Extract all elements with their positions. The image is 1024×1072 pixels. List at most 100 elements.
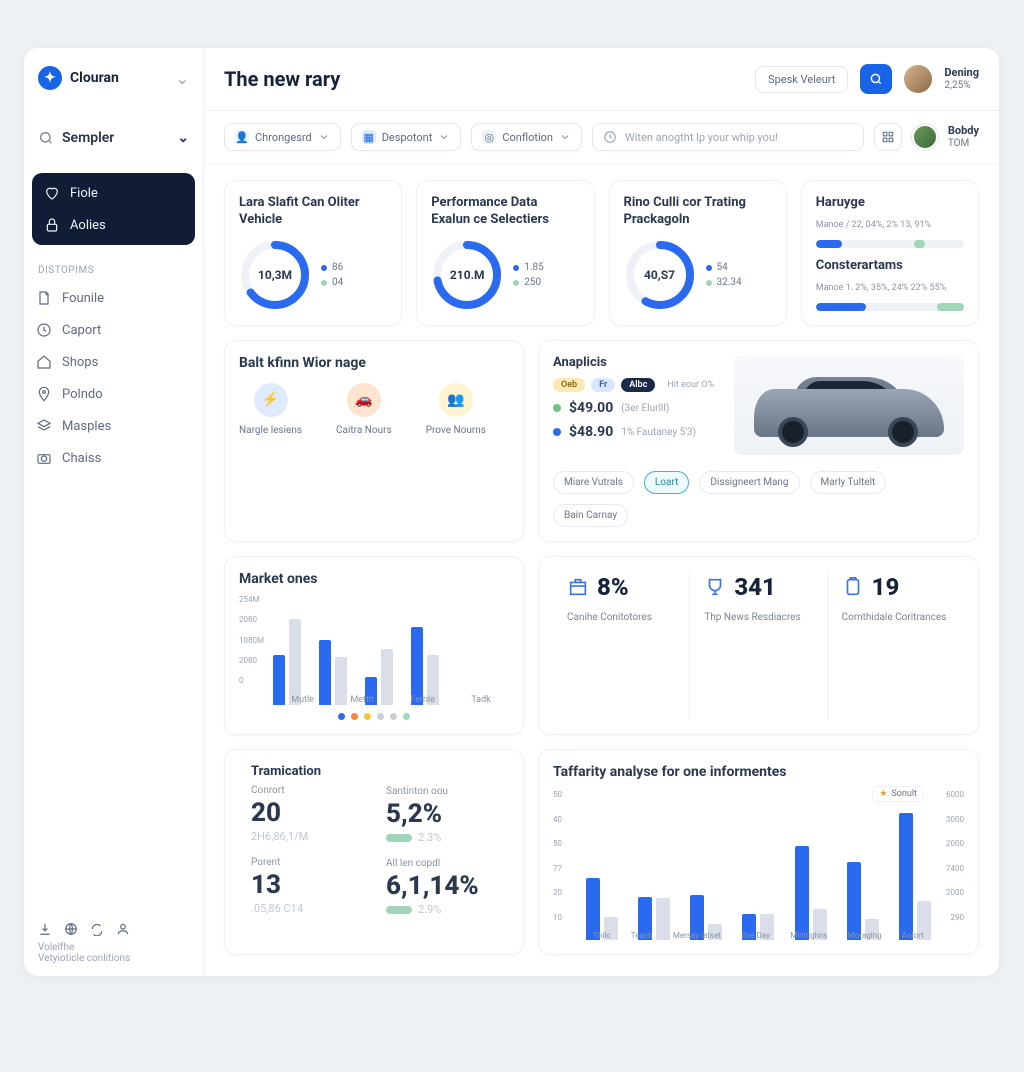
- filter-despotont[interactable]: ▦ Despotont: [351, 123, 462, 151]
- sidebar-item-fiole[interactable]: Fiole: [32, 177, 195, 209]
- chevron-down-icon: [438, 131, 450, 143]
- sidebar-item-label: Shops: [62, 355, 98, 370]
- tramication-card: Tramication Conrort 20 2H6,86,1/M Porent…: [224, 749, 524, 955]
- globe-icon[interactable]: [64, 922, 78, 936]
- pager-dots[interactable]: [239, 713, 509, 720]
- kpi-card: Rino Culli cor Trating Prackagoln40,S754…: [609, 180, 787, 326]
- tab-3[interactable]: Marly Tultelt: [810, 471, 887, 494]
- avatar[interactable]: [904, 65, 932, 93]
- page-title: The new rary: [224, 67, 340, 91]
- workage-label: Caitra Nours: [336, 425, 392, 436]
- haruge-bar: [816, 240, 964, 248]
- sidebar-item-shops[interactable]: Shops: [24, 346, 203, 378]
- box-icon: [567, 576, 589, 598]
- pin-icon: [36, 386, 52, 402]
- filter-conflotion[interactable]: ◎ Conflotion: [471, 123, 582, 151]
- stat-val: 19: [872, 573, 900, 601]
- mini-bar: [386, 834, 412, 842]
- bar-group: [411, 627, 439, 705]
- conster-bar: [816, 303, 964, 311]
- cta-button[interactable]: Spesk Veleurt: [755, 66, 848, 93]
- stat-label: Comthidale Coritrances: [842, 612, 947, 623]
- search-input[interactable]: Witen anogtht lp your whip you!: [592, 123, 864, 151]
- tab-0[interactable]: Miare Vutrals: [553, 471, 634, 494]
- user-icon[interactable]: [116, 922, 130, 936]
- sidebar: ✦ Clouran ⌄ Sempler ⌄ FioleAolies DISTOP…: [24, 48, 204, 976]
- user-name: Dening: [944, 66, 979, 79]
- bolt-icon: ⚡: [254, 383, 288, 417]
- trans-val: 20: [251, 798, 362, 828]
- stat-item: 8%Canihe Conitotores: [553, 571, 690, 720]
- trans-lab: Conrort: [251, 785, 362, 796]
- workage-card: Balt kfinn Wior nage ⚡Nargle lesiens 🚗 Cai…: [224, 340, 524, 542]
- chevron-down-icon: [318, 131, 330, 143]
- price-note: (3er Elurlll): [621, 403, 669, 414]
- tab-4[interactable]: Bain Carnay: [553, 504, 628, 527]
- brand-row[interactable]: ✦ Clouran ⌄: [24, 48, 203, 100]
- price-val: $49.00: [569, 400, 613, 416]
- sidebar-item-masples[interactable]: Masples: [24, 410, 203, 442]
- car-icon: 🚗: [347, 383, 381, 417]
- trans-sub: 2H6,86,1/M: [251, 830, 362, 843]
- sidebar-item-label: Polndo: [62, 387, 103, 402]
- haruge-title: Haruyge: [816, 195, 964, 210]
- kpi-row: Lara Slafit Can Oliter Vehicle10,3M8604P…: [224, 180, 979, 326]
- clip-icon: [842, 576, 864, 598]
- pill[interactable]: Fr: [591, 378, 615, 392]
- pill[interactable]: Oeb: [553, 378, 585, 392]
- download-icon[interactable]: [38, 922, 52, 936]
- home-icon: [36, 354, 52, 370]
- trans-sub: .05,86 C14: [251, 902, 362, 915]
- bar-group: [273, 619, 301, 705]
- kpi-legend: 1.85250: [513, 262, 544, 288]
- tab-row: Miare Vutrals Loart Dissigneert Mang Marly …: [553, 471, 964, 527]
- conster-title: Consterartams: [816, 258, 964, 273]
- price-1: $49.00 (3er Elurlll): [553, 400, 714, 416]
- tab-2[interactable]: Dissigneert Mang: [699, 471, 799, 494]
- conster-sub: Manoe 1. 2%, 35%, 24% 22% 55%: [816, 283, 964, 293]
- stat-val: 8%: [597, 573, 629, 601]
- sidebar-item-label: Founile: [62, 291, 104, 306]
- brand-name: Clouran: [70, 70, 119, 86]
- sidebar-item-founile[interactable]: Founile: [24, 282, 203, 314]
- people-icon: 👥: [439, 383, 473, 417]
- sidebar-item-caport[interactable]: Caport: [24, 314, 203, 346]
- sidebar-item-polndo[interactable]: Polndo: [24, 378, 203, 410]
- chart-legend: ★Sonult: [872, 786, 924, 802]
- sidebar-search[interactable]: Sempler ⌄: [34, 122, 193, 155]
- kpi-legend: 8604: [321, 262, 343, 288]
- kpi-title: Performance Data Exalun ce Selectiers: [431, 195, 579, 229]
- search-button[interactable]: [860, 64, 892, 94]
- stat3-card: 8%Canihe Conitotores341Thp News Resdiacr…: [538, 556, 979, 735]
- anal-title: Anaplicis: [553, 355, 714, 370]
- trans-pct: 2.9%: [418, 903, 441, 916]
- clock-icon: [603, 130, 617, 144]
- stat-item: 19 Comthidale Coritrances: [828, 571, 964, 720]
- trans-val: 5,2%: [386, 799, 497, 829]
- car-image: [734, 355, 964, 455]
- kpi-title: Rino Culli cor Trating Prackagoln: [624, 195, 772, 229]
- sidebar-item-label: Masples: [62, 419, 111, 434]
- workage-item[interactable]: 👥Prove Nourns: [426, 383, 486, 436]
- workage-title: Balt kfinn Wior nage: [239, 355, 509, 371]
- layers-icon: [36, 418, 52, 434]
- refresh-icon[interactable]: [90, 922, 104, 936]
- filter-chrongesrd[interactable]: 👤 Chrongesrd: [224, 123, 341, 151]
- bar-group: [844, 862, 882, 940]
- grid-button[interactable]: [874, 123, 902, 151]
- workage-item[interactable]: ⚡Nargle lesiens: [239, 383, 302, 436]
- analytics-card: Anaplicis OebFrAlbcHit eour O% $49.00 (3…: [538, 340, 979, 542]
- tab-1[interactable]: Loart: [644, 471, 689, 494]
- haruge-sub: Manoe / 22, 04%, 2% 13, 91%: [816, 220, 964, 230]
- sidebar-item-chaiss[interactable]: Chaiss: [24, 442, 203, 474]
- sidebar-item-label: Caport: [62, 323, 101, 338]
- trans-val: 13: [251, 870, 362, 900]
- chevron-down-icon: ⌄: [176, 69, 189, 88]
- workage-item[interactable]: 🚗 Caitra Nours: [336, 383, 392, 436]
- chevron-down-icon: ⌄: [177, 130, 189, 146]
- avatar-secondary[interactable]: [912, 124, 938, 150]
- sidebar-item-aolies[interactable]: Aolies: [32, 209, 195, 241]
- user-icon: 👤: [235, 130, 249, 144]
- trans-lab: Porent: [251, 857, 362, 868]
- pill[interactable]: Albc: [621, 378, 655, 392]
